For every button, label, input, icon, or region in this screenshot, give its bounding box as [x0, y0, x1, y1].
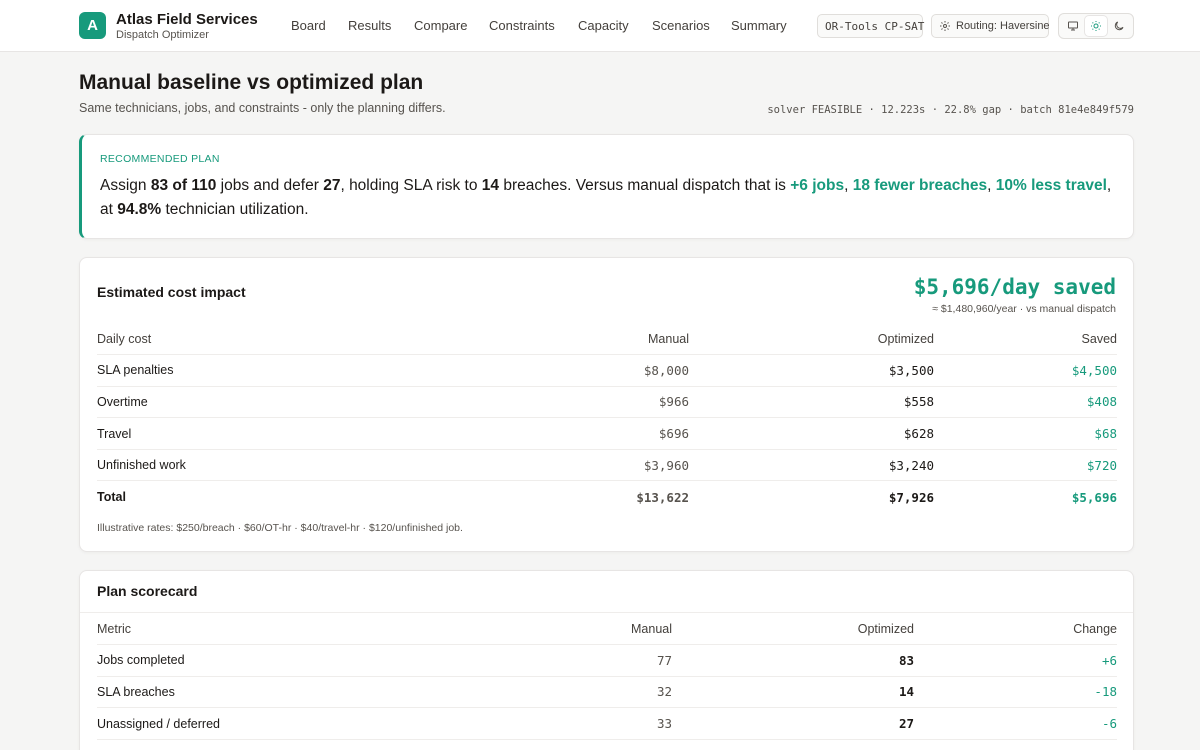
- breach-delta: 18 fewer breaches: [852, 177, 988, 194]
- col-daily-cost: Daily cost: [97, 323, 397, 356]
- routing-chip[interactable]: Routing: Haversine: [931, 14, 1050, 38]
- col-metric: Metric: [97, 613, 397, 646]
- saved-value: $68: [934, 417, 1117, 450]
- total-row: Total $13,622 $7,926 $5,696: [97, 481, 1117, 513]
- scorecard-header: [80, 571, 1133, 613]
- table-row: Unfinished work $3,960 $3,240 $720: [97, 449, 1117, 482]
- solver-meta: solver FEASIBLE · 12.223s · 22.8% gap · …: [767, 104, 1134, 116]
- table-row: Overtime $966 $558 $408: [97, 386, 1117, 419]
- col-optimized: Optimized: [672, 613, 914, 646]
- optimized-value: 27: [672, 707, 914, 740]
- manual-value: 32: [397, 676, 672, 709]
- optimized-value: $558: [689, 386, 934, 419]
- theme-toggle: [1058, 13, 1134, 39]
- optimized-value: $7,926: [888, 489, 934, 505]
- plan-scorecard-card: Plan scorecard Metric Manual Optimized C…: [79, 570, 1134, 750]
- nav-board[interactable]: Board: [291, 18, 326, 33]
- jobs-delta: +6 jobs: [790, 177, 845, 194]
- change-value: -6: [914, 707, 1117, 740]
- saved-value: $4,500: [934, 354, 1117, 387]
- col-saved: Saved: [934, 323, 1117, 356]
- table-row: Unassigned / deferred 33 27 -6: [97, 707, 1117, 740]
- cost-impact-title: Estimated cost impact: [97, 284, 246, 300]
- row-label: Travel: [97, 417, 397, 450]
- brand-title: Atlas Field Services: [116, 11, 258, 28]
- nav-compare[interactable]: Compare: [414, 18, 467, 33]
- row-label: Overtime: [97, 386, 397, 419]
- breach-count: 14: [481, 177, 500, 194]
- utilization: 94.8%: [117, 201, 162, 218]
- optimized-value: 14: [672, 676, 914, 709]
- manual-value: $966: [397, 386, 689, 419]
- deferred-count: 27: [323, 177, 341, 194]
- col-manual: Manual: [397, 613, 672, 646]
- col-change: Change: [914, 613, 1117, 646]
- moon-icon[interactable]: [1108, 16, 1130, 36]
- cost-table: Daily cost Manual Optimized Saved SLA pe…: [97, 323, 1117, 513]
- optimized-value: $3,240: [689, 449, 934, 482]
- manual-value: 77: [397, 644, 672, 677]
- travel-delta: 10% less travel: [995, 177, 1107, 194]
- metric-label: Unassigned / deferred: [97, 707, 397, 740]
- scorecard-title: Plan scorecard: [97, 583, 198, 599]
- scorecard-table-header: Metric Manual Optimized Change: [97, 613, 1117, 646]
- table-row: SLA breaches 32 14 -18: [97, 676, 1117, 709]
- routing-label: Routing: Haversine: [956, 20, 1050, 32]
- change-value: +6: [914, 644, 1117, 677]
- rates-footnote: Illustrative rates: $250/breach · $60/OT…: [97, 522, 463, 534]
- page-title: Manual baseline vs optimized plan: [79, 71, 424, 94]
- saved-value: $720: [934, 449, 1117, 482]
- cost-table-header: Daily cost Manual Optimized Saved: [97, 323, 1117, 356]
- saved-value: $5,696: [1071, 489, 1117, 505]
- page-subtitle: Same technicians, jobs, and constraints …: [79, 101, 446, 115]
- col-manual: Manual: [397, 323, 689, 356]
- optimized-value: $3,500: [689, 354, 934, 387]
- col-optimized: Optimized: [689, 323, 934, 356]
- manual-value: $13,622: [636, 489, 689, 505]
- table-row: SLA penalties $8,000 $3,500 $4,500: [97, 354, 1117, 387]
- brand-subtitle: Dispatch Optimizer: [116, 29, 209, 41]
- metric-label: SLA breaches: [97, 676, 397, 709]
- table-row: Jobs completed 77 83 +6: [97, 644, 1117, 677]
- recommended-text: Assign 83 of 110 jobs and defer 27, hold…: [100, 177, 1112, 218]
- scorecard-table: Metric Manual Optimized Change Jobs comp…: [97, 613, 1117, 740]
- row-label: Unfinished work: [97, 449, 397, 482]
- row-label: SLA penalties: [97, 354, 397, 387]
- nav-capacity[interactable]: Capacity: [578, 18, 629, 33]
- manual-value: $8,000: [397, 354, 689, 387]
- annual-savings: ≈ $1,480,960/year · vs manual dispatch: [932, 303, 1116, 315]
- recommended-plan-card: RECOMMENDED PLAN Assign 83 of 110 jobs a…: [79, 134, 1134, 239]
- cost-impact-card: Estimated cost impact $5,696/day saved ≈…: [79, 257, 1134, 552]
- solver-chip[interactable]: OR-Tools CP-SAT: [817, 14, 924, 38]
- manual-value: 33: [397, 707, 672, 740]
- gear-icon: [939, 20, 951, 32]
- nav-results[interactable]: Results: [348, 18, 391, 33]
- change-value: -18: [914, 676, 1117, 709]
- brand-logo[interactable]: A: [79, 12, 106, 39]
- assigned-count: 83 of 110: [150, 177, 217, 194]
- manual-value: $696: [397, 417, 689, 450]
- optimized-value: $628: [689, 417, 934, 450]
- row-label: Total: [97, 490, 126, 505]
- nav-constraints[interactable]: Constraints: [489, 18, 555, 33]
- top-bar: A Atlas Field Services Dispatch Optimize…: [0, 0, 1200, 52]
- metric-label: Jobs completed: [97, 644, 397, 677]
- nav-summary[interactable]: Summary: [731, 18, 787, 33]
- sun-icon[interactable]: [1084, 16, 1107, 36]
- saved-value: $408: [934, 386, 1117, 419]
- manual-value: $3,960: [397, 449, 689, 482]
- recommended-label: RECOMMENDED PLAN: [100, 153, 220, 165]
- optimized-value: 83: [672, 644, 914, 677]
- monitor-icon[interactable]: [1062, 16, 1084, 36]
- daily-savings: $5,696/day saved: [913, 275, 1116, 299]
- table-row: Travel $696 $628 $68: [97, 417, 1117, 450]
- nav-scenarios[interactable]: Scenarios: [652, 18, 710, 33]
